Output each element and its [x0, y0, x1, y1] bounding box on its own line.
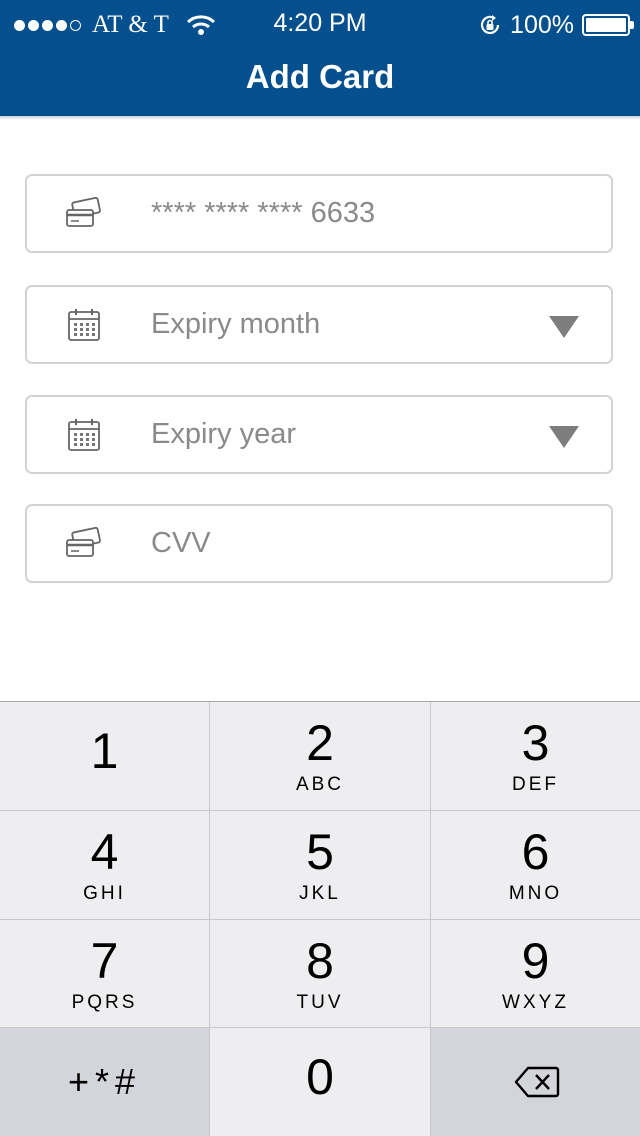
key-backspace[interactable] — [431, 1028, 640, 1136]
cvv-placeholder: CVV — [151, 527, 211, 559]
key-letters: JKL — [299, 883, 341, 904]
key-digit: 2 — [306, 715, 334, 771]
expiry-year-select[interactable]: Expiry year — [25, 395, 613, 474]
key-5[interactable]: 5 JKL — [210, 811, 430, 919]
key-digit: 6 — [521, 824, 550, 880]
status-bar: AT & T 4:20 PM 100% — [0, 0, 640, 50]
dropdown-arrow-icon — [549, 426, 579, 448]
key-letters: DEF — [512, 774, 559, 795]
dropdown-arrow-icon — [549, 316, 579, 338]
calendar-icon — [68, 419, 100, 451]
key-letters: WXYZ — [502, 992, 569, 1013]
backspace-icon — [514, 1066, 560, 1098]
status-right: 100% — [478, 8, 634, 42]
key-digit: 4 — [90, 824, 119, 880]
key-0[interactable]: 0 — [210, 1028, 430, 1136]
key-letters: TUV — [296, 992, 344, 1013]
key-letters: GHI — [83, 883, 126, 904]
key-digit: 5 — [306, 824, 334, 880]
key-digit: 7 — [90, 933, 119, 989]
credit-card-icon — [66, 526, 101, 557]
key-symbols-label: +*# — [67, 1061, 142, 1102]
battery-icon — [582, 14, 634, 36]
credit-card-icon — [66, 196, 101, 227]
card-number-field[interactable]: **** **** **** 6633 — [25, 174, 613, 253]
expiry-year-placeholder: Expiry year — [151, 418, 297, 450]
key-4[interactable]: 4 GHI — [0, 811, 209, 919]
expiry-month-select[interactable]: Expiry month — [25, 285, 613, 364]
expiry-month-placeholder: Expiry month — [151, 308, 321, 340]
key-digit: 8 — [306, 933, 334, 989]
key-7[interactable]: 7 PQRS — [0, 920, 209, 1027]
header-shadow — [0, 116, 640, 120]
key-digit: 1 — [90, 723, 119, 779]
key-2[interactable]: 2 ABC — [210, 702, 430, 810]
key-3[interactable]: 3 DEF — [431, 702, 640, 810]
key-letters: MNO — [508, 883, 563, 904]
key-6[interactable]: 6 MNO — [431, 811, 640, 919]
card-number-value: **** **** **** 6633 — [151, 197, 376, 229]
key-digit: 0 — [306, 1049, 334, 1105]
key-letters: PQRS — [71, 992, 138, 1013]
key-digit: 9 — [521, 933, 550, 989]
page-title: Add Card — [245, 58, 395, 95]
navigation-bar: AT & T 4:20 PM 100% Add Card — [0, 0, 640, 116]
cvv-field[interactable]: CVV — [25, 504, 613, 583]
battery-percentage: 100% — [510, 10, 574, 39]
numeric-keypad: 1 2 ABC 3 DEF 4 GHI 5 JKL 6 MNO 7 PQRS 8… — [0, 701, 640, 1136]
key-9[interactable]: 9 WXYZ — [431, 920, 640, 1027]
key-digit: 3 — [521, 715, 550, 771]
key-8[interactable]: 8 TUV — [210, 920, 430, 1027]
calendar-icon — [68, 309, 100, 341]
rotation-lock-icon — [480, 15, 500, 34]
key-letters: ABC — [295, 774, 345, 795]
key-1[interactable]: 1 — [0, 702, 209, 810]
key-symbols[interactable]: +*# — [0, 1028, 209, 1136]
